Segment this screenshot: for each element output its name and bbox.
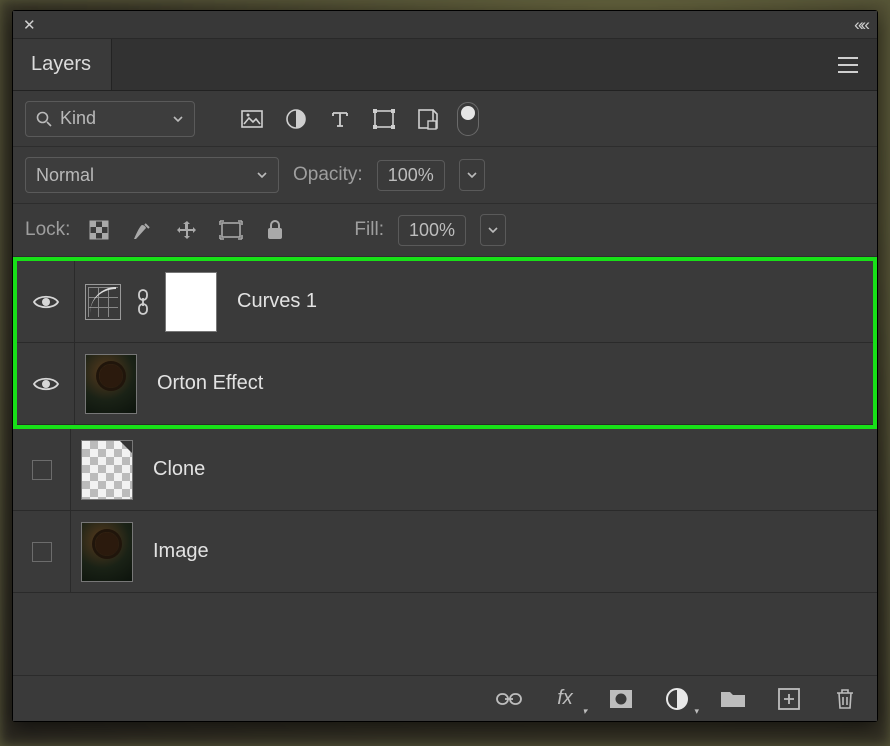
eye-icon xyxy=(33,293,59,311)
lock-all-icon[interactable] xyxy=(260,215,290,245)
visibility-cell[interactable] xyxy=(17,261,75,342)
collapse-icon[interactable]: «« xyxy=(854,15,867,35)
layer-row-curves1[interactable]: Curves 1 xyxy=(17,261,873,343)
search-icon xyxy=(36,111,52,127)
layer-name[interactable]: Orton Effect xyxy=(157,372,263,395)
mask-link-icon[interactable] xyxy=(131,289,155,315)
layer-row-orton[interactable]: Orton Effect xyxy=(17,343,873,425)
link-layers-icon[interactable] xyxy=(493,683,525,715)
filter-adjustment-icon[interactable] xyxy=(281,104,311,134)
panel-titlebar: ✕ «« xyxy=(13,11,877,39)
visibility-cell[interactable] xyxy=(13,511,71,592)
blend-row: Normal Opacity: 100% xyxy=(13,147,877,204)
highlight-box: Curves 1 Orton Effect xyxy=(13,257,877,429)
opacity-label: Opacity: xyxy=(293,164,363,186)
layer-name[interactable]: Clone xyxy=(153,458,205,481)
opacity-stepper[interactable] xyxy=(459,159,485,191)
new-layer-icon[interactable] xyxy=(773,683,805,715)
lock-position-icon[interactable] xyxy=(172,215,202,245)
fill-value[interactable]: 100% xyxy=(398,215,466,246)
lock-label: Lock: xyxy=(25,219,70,241)
lock-transparency-icon[interactable] xyxy=(84,215,114,245)
lock-row: Lock: Fill: 100% xyxy=(13,204,877,257)
new-group-icon[interactable] xyxy=(717,683,749,715)
visibility-cell[interactable] xyxy=(13,429,71,510)
lock-pixels-icon[interactable] xyxy=(128,215,158,245)
fill-label: Fill: xyxy=(354,219,384,241)
panel-menu-icon[interactable] xyxy=(833,50,863,80)
opacity-value[interactable]: 100% xyxy=(377,160,445,191)
layer-name[interactable]: Image xyxy=(153,540,209,563)
delete-layer-icon[interactable] xyxy=(829,683,861,715)
layers-panel: ✕ «« Layers Kind xyxy=(12,10,878,722)
fx-icon[interactable]: fx▾ xyxy=(549,683,581,715)
filter-shape-icon[interactable] xyxy=(369,104,399,134)
layer-name[interactable]: Curves 1 xyxy=(237,290,317,313)
filter-smartobject-icon[interactable] xyxy=(413,104,443,134)
fill-stepper[interactable] xyxy=(480,214,506,246)
eye-icon xyxy=(33,375,59,393)
visibility-cell[interactable] xyxy=(17,343,75,424)
filter-toggle[interactable] xyxy=(457,102,479,136)
layer-thumb xyxy=(85,354,137,414)
filter-pixel-icon[interactable] xyxy=(237,104,267,134)
layer-mask-thumb[interactable] xyxy=(165,272,217,332)
blend-mode-select[interactable]: Normal xyxy=(25,157,279,193)
filter-row: Kind xyxy=(13,91,877,147)
filter-type-icon[interactable] xyxy=(325,104,355,134)
chevron-down-icon xyxy=(172,113,184,125)
layer-row-image[interactable]: Image xyxy=(13,511,877,593)
layer-thumb xyxy=(81,440,133,500)
visibility-empty-icon xyxy=(32,460,52,480)
blend-mode-label: Normal xyxy=(36,165,94,186)
tab-row: Layers xyxy=(13,39,877,91)
filter-kind-label: Kind xyxy=(60,108,96,129)
new-adjustment-icon[interactable]: ▾ xyxy=(661,683,693,715)
panel-footer: fx▾ ▾ xyxy=(13,675,877,721)
close-icon[interactable]: ✕ xyxy=(23,16,36,34)
visibility-empty-icon xyxy=(32,542,52,562)
tab-layers[interactable]: Layers xyxy=(13,39,112,90)
filter-kind-select[interactable]: Kind xyxy=(25,101,195,137)
empty-list-area xyxy=(13,593,877,673)
curves-adjustment-icon xyxy=(85,284,121,320)
lock-artboard-icon[interactable] xyxy=(216,215,246,245)
chevron-down-icon xyxy=(256,169,268,181)
layer-list: Curves 1 Orton Effect Clone xyxy=(13,257,877,675)
layer-row-clone[interactable]: Clone xyxy=(13,429,877,511)
layer-thumb xyxy=(81,522,133,582)
add-mask-icon[interactable] xyxy=(605,683,637,715)
